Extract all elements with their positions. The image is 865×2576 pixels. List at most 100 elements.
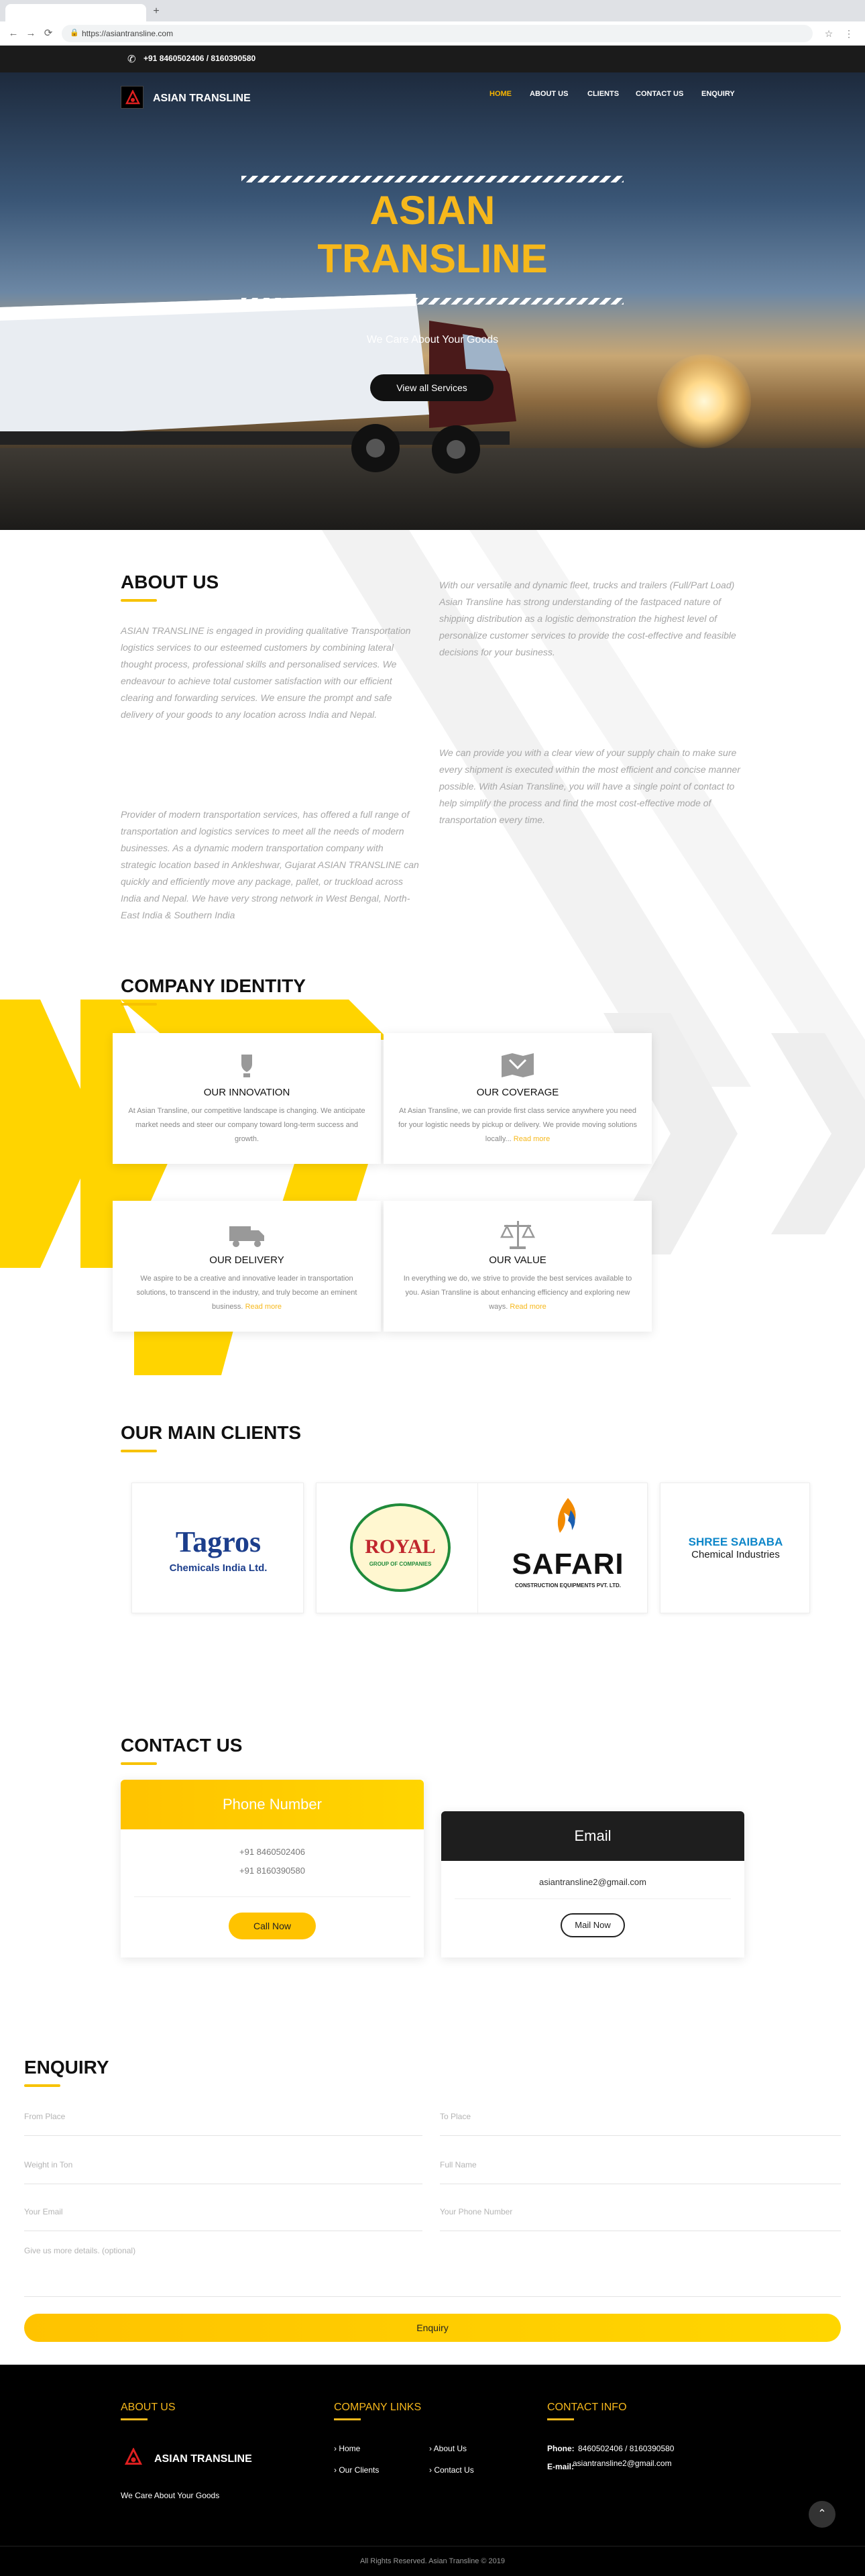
nav-clients[interactable]: CLIENTS [587, 90, 619, 98]
email-card-title: Email [441, 1811, 744, 1861]
chevron-up-icon: ⌃ [817, 2508, 827, 2520]
weight-input[interactable]: Weight in Ton [24, 2155, 422, 2184]
footer-logo-text[interactable]: ASIAN TRANSLINE [154, 2453, 252, 2465]
phone-number-2[interactable]: +91 8160390580 [121, 1866, 424, 1876]
identity-underline [121, 1003, 157, 1006]
browser-tab[interactable] [5, 4, 146, 21]
card-title: OUR INNOVATION [203, 1087, 290, 1098]
details-textarea[interactable]: Give us more details. (optional) [24, 2241, 841, 2297]
read-more-link[interactable]: Read more [510, 1303, 546, 1311]
card-title: OUR DELIVERY [209, 1254, 284, 1266]
client-name: Tagros [175, 1525, 262, 1558]
nav-enquiry[interactable]: ENQUIRY [701, 90, 735, 98]
full-name-input[interactable]: Full Name [440, 2155, 841, 2184]
card-text: We aspire to be a creative and innovativ… [126, 1272, 367, 1314]
clients-title: OUR MAIN CLIENTS [121, 1422, 302, 1443]
read-more-link[interactable]: Read more [514, 1135, 550, 1143]
forward-icon[interactable]: → [24, 27, 38, 40]
about-underline [121, 599, 157, 602]
divider [455, 1898, 731, 1899]
call-now-button[interactable]: Call Now [229, 1913, 316, 1939]
sunset-glow [657, 354, 751, 448]
about-title: ABOUT US [121, 572, 219, 592]
hero-title-line2: TRANSLINE [317, 236, 548, 281]
client-sub: GROUP OF COMPANIES [369, 1561, 432, 1567]
footer-link-label: Our Clients [339, 2465, 380, 2475]
footer-email-label: E-mail: [547, 2462, 575, 2471]
contact-underline [121, 1762, 157, 1765]
hero-stripe-bottom [241, 298, 624, 305]
nav-about-us[interactable]: ABOUT US [530, 90, 568, 98]
safari-logo[interactable]: SAFARI CONSTRUCTION EQUIPMENTS PVT. LTD. [504, 1497, 632, 1604]
mail-now-button[interactable]: Mail Now [561, 1913, 625, 1937]
read-more-link[interactable]: Read more [245, 1303, 282, 1311]
client-name: ROYAL [365, 1536, 436, 1558]
footer-links-title: COMPANY LINKS [334, 2402, 422, 2413]
footer-links-underline [334, 2418, 361, 2420]
reload-icon[interactable]: ⟳ [42, 27, 55, 40]
card-text: In everything we do, we strive to provid… [397, 1272, 638, 1314]
client-shree-saibaba[interactable]: SHREE SAIBABA Chemical Industries [660, 1483, 810, 1613]
site-logo-text[interactable]: ASIAN TRANSLINE [153, 93, 251, 105]
hero-title: ASIAN TRANSLINE [241, 186, 624, 283]
email-input[interactable]: Your Email [24, 2202, 422, 2231]
hero-subtitle: We Care About Your Goods [366, 334, 499, 345]
phone-number-1[interactable]: +91 8460502406 [121, 1847, 424, 1857]
footer-link-clients[interactable]: › Our Clients [334, 2465, 379, 2475]
footer-phone-label: Phone: [547, 2444, 575, 2453]
back-icon[interactable]: ← [7, 27, 20, 40]
about-left-p1: ASIAN TRANSLINE is engaged in providing … [121, 625, 411, 720]
royal-logo[interactable]: ROYAL GROUP OF COMPANIES [350, 1503, 451, 1592]
enquiry-submit-button[interactable]: Enquiry [24, 2314, 841, 2342]
phone-icon: ✆ [127, 54, 136, 65]
card-value: OUR VALUE In everything we do, we strive… [384, 1201, 652, 1332]
map-icon [502, 1053, 534, 1077]
view-services-button[interactable]: View all Services [370, 374, 494, 401]
footer: ABOUT US ASIAN TRANSLINE We Care About Y… [0, 2365, 865, 2576]
about-right-p1: With our versatile and dynamic fleet, tr… [439, 580, 736, 657]
footer-link-home[interactable]: › Home [334, 2444, 360, 2453]
from-place-input[interactable]: From Place [24, 2106, 422, 2136]
bookmark-star-icon[interactable]: ☆ [822, 27, 835, 40]
footer-link-about[interactable]: › About Us [429, 2444, 467, 2453]
footer-link-contact[interactable]: › Contact Us [429, 2465, 474, 2475]
card-text: At Asian Transline, we can provide first… [397, 1104, 638, 1146]
phone-input[interactable]: Your Phone Number [440, 2202, 841, 2231]
lock-icon: 🔒 [70, 29, 79, 37]
hero-banner: ASIAN TRANSLINE HOME ABOUT US CLIENTS CO… [0, 72, 865, 530]
nav-home[interactable]: HOME [489, 90, 512, 98]
site-logo[interactable] [121, 86, 143, 109]
email-card: Email asiantransline2@gmail.com Mail Now [441, 1811, 744, 1957]
url-text: https://asiantransline.com [82, 29, 174, 38]
menu-dots-icon[interactable]: ⋮ [842, 27, 856, 40]
identity-title: COMPANY IDENTITY [121, 975, 306, 996]
footer-contact-underline [547, 2418, 574, 2420]
card-title: OUR COVERAGE [476, 1087, 559, 1098]
flame-icon [557, 1498, 576, 1533]
client-divider [477, 1483, 478, 1614]
footer-phone-value[interactable]: 8460502406 / 8160390580 [578, 2444, 674, 2453]
to-place-input[interactable]: To Place [440, 2106, 841, 2136]
enquiry-title: ENQUIRY [24, 2057, 109, 2078]
about-right-p2: We can provide you with a clear view of … [439, 747, 741, 825]
client-name: SHREE SAIBABA [688, 1536, 783, 1548]
scroll-top-button[interactable]: ⌃ [809, 2501, 835, 2528]
card-text: At Asian Transline, our competitive land… [128, 1107, 365, 1143]
client-name: SAFARI [512, 1548, 624, 1580]
nav-contact-us[interactable]: CONTACT US [636, 90, 683, 98]
footer-contact-title: CONTACT INFO [547, 2402, 627, 2413]
address-bar[interactable]: 🔒 https://asiantransline.com [62, 25, 813, 42]
topbar-phone: +91 8460502406 / 8160390580 [143, 54, 256, 63]
logo-icon [125, 90, 140, 105]
hero-stripe-top [241, 176, 624, 182]
footer-tagline: We Care About Your Goods [121, 2491, 220, 2500]
clients-underline [121, 1450, 157, 1452]
divider [134, 1896, 410, 1897]
new-tab-icon[interactable]: + [150, 5, 162, 17]
footer-email-value[interactable]: asiantransline2@gmail.com [573, 2459, 672, 2468]
client-tagros[interactable]: Tagros Chemicals India Ltd. [131, 1483, 304, 1613]
footer-logo-icon[interactable] [125, 2448, 142, 2465]
card-delivery: OUR DELIVERY We aspire to be a creative … [113, 1201, 381, 1332]
footer-about-underline [121, 2418, 148, 2420]
email-address[interactable]: asiantransline2@gmail.com [441, 1877, 744, 1887]
